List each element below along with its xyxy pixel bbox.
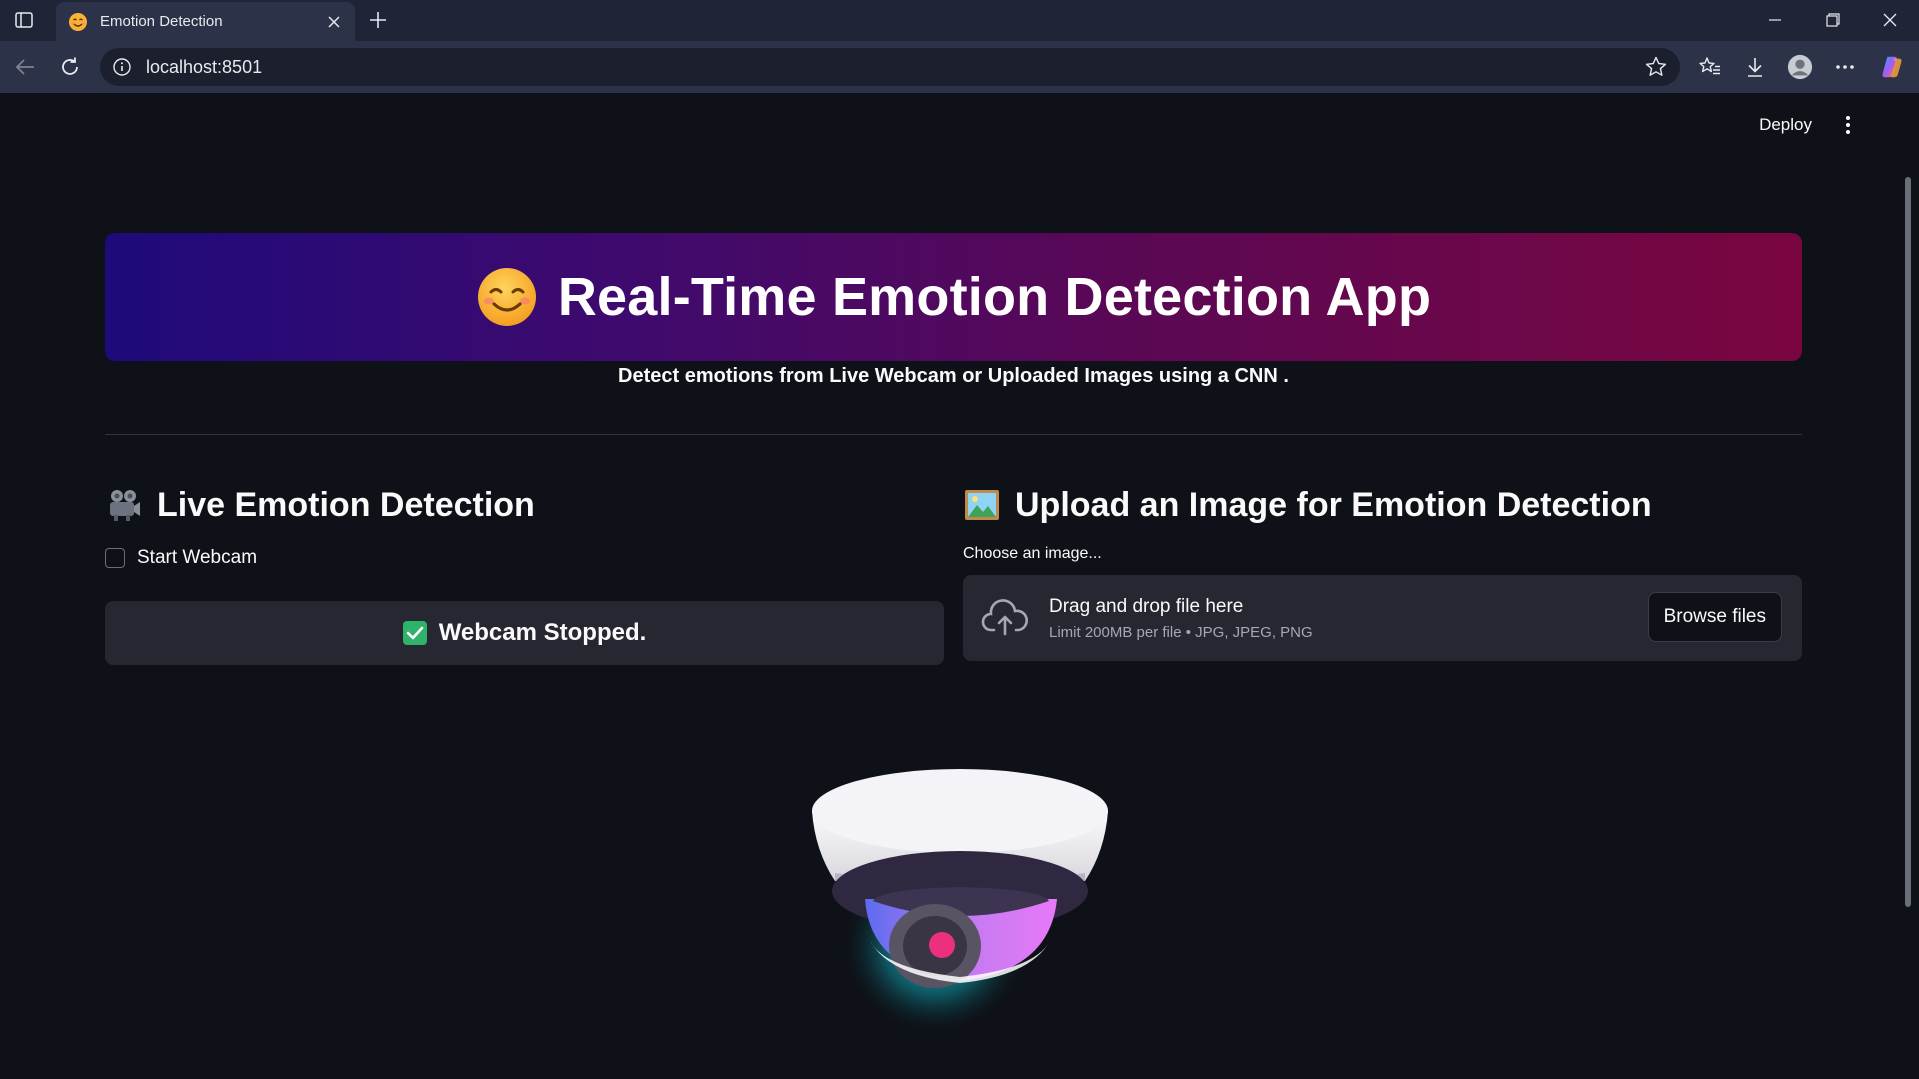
scrollbar-thumb[interactable] <box>1905 177 1911 907</box>
upload-label: Choose an image... <box>963 545 1102 562</box>
address-bar[interactable]: localhost:8501 <box>100 48 1680 86</box>
tab-title: Emotion Detection <box>100 13 223 30</box>
app-subtitle: Detect emotions from Live Webcam or Uplo… <box>618 365 1289 387</box>
webcam-status-text: Webcam Stopped. <box>438 619 647 646</box>
app-viewport: Deploy Real-Time Emotion Detection App D… <box>5 93 1914 1079</box>
back-arrow-icon[interactable] <box>12 54 38 80</box>
reload-icon[interactable] <box>57 54 83 80</box>
profile-avatar-icon[interactable] <box>1787 54 1813 80</box>
live-detection-column: Live Emotion Detection Start Webcam Webc… <box>105 483 944 665</box>
close-tab-icon[interactable] <box>325 13 343 31</box>
favorites-list-icon[interactable] <box>1697 54 1723 80</box>
webcam-status-box: Webcam Stopped. <box>105 601 944 665</box>
live-section-title: Live Emotion Detection <box>157 485 535 524</box>
page-scrollbar[interactable] <box>1902 167 1914 1067</box>
browser-tab-active[interactable]: Emotion Detection <box>56 2 355 41</box>
deploy-button[interactable]: Deploy <box>1759 115 1812 135</box>
restore-icon[interactable] <box>1821 8 1845 32</box>
start-webcam-label[interactable]: Start Webcam <box>137 547 257 569</box>
app-title: Real-Time Emotion Detection App <box>557 267 1432 327</box>
dropzone-instructions: Drag and drop file here Limit 200MB per … <box>1049 596 1313 641</box>
browser-toolbar: localhost:8501 <box>0 41 1919 93</box>
live-section-heading: Live Emotion Detection <box>105 483 944 527</box>
url-text: localhost:8501 <box>146 56 263 77</box>
browse-files-button[interactable]: Browse files <box>1647 592 1782 642</box>
download-icon[interactable] <box>1742 54 1768 80</box>
file-dropzone[interactable]: Drag and drop file here Limit 200MB per … <box>963 575 1802 661</box>
framed-picture-icon <box>965 490 999 520</box>
new-tab-icon[interactable] <box>366 8 390 32</box>
movie-camera-icon <box>110 490 140 521</box>
security-camera-illustration <box>812 769 1108 1036</box>
smiling-face-icon <box>477 268 536 326</box>
favorite-star-icon[interactable] <box>1644 55 1668 79</box>
close-window-icon[interactable] <box>1878 8 1902 32</box>
sidebar-toggle-icon[interactable] <box>14 10 34 30</box>
horizontal-divider <box>105 434 1802 435</box>
minimize-icon[interactable] <box>1763 8 1787 32</box>
smiley-favicon-icon <box>69 12 87 31</box>
upload-column: Upload an Image for Emotion Detection Ch… <box>963 483 1802 661</box>
main-menu-icon[interactable] <box>1838 113 1858 137</box>
upload-section-title: Upload an Image for Emotion Detection <box>1015 485 1652 524</box>
site-info-icon[interactable] <box>112 57 132 77</box>
cloud-upload-icon <box>981 599 1028 636</box>
file-limit-text: Limit 200MB per file • JPG, JPEG, PNG <box>1049 623 1313 641</box>
check-mark-icon <box>402 621 427 645</box>
upload-section-heading: Upload an Image for Emotion Detection <box>963 483 1802 527</box>
streamlit-header: Deploy <box>1759 113 1858 137</box>
copilot-icon[interactable] <box>1879 54 1905 80</box>
hero-banner: Real-Time Emotion Detection App <box>105 233 1802 361</box>
browser-titlebar: Emotion Detection <box>0 0 1919 41</box>
start-webcam-checkbox[interactable] <box>105 548 125 568</box>
more-options-icon[interactable] <box>1832 54 1858 80</box>
start-webcam-checkbox-row[interactable]: Start Webcam <box>105 545 944 571</box>
drop-file-text: Drag and drop file here <box>1049 595 1244 617</box>
